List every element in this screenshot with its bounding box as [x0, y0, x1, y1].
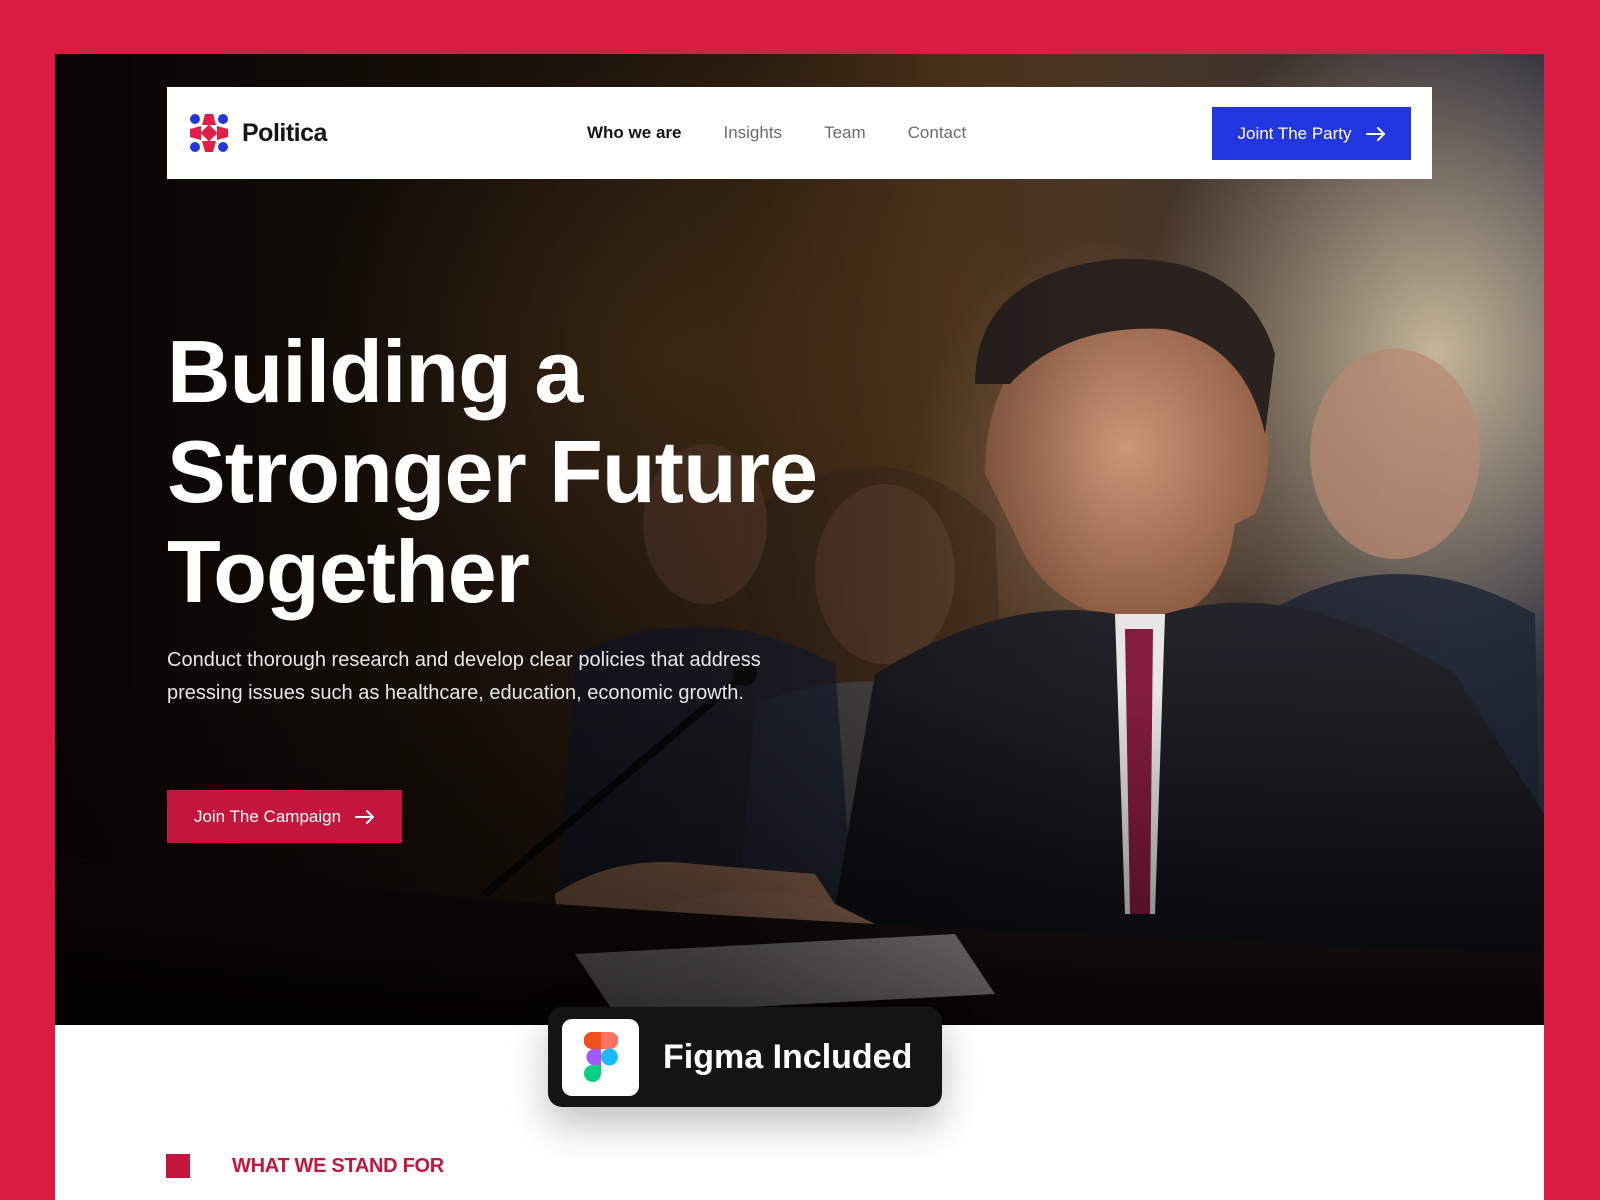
figma-included-badge: Figma Included: [548, 1007, 942, 1107]
hero-subtitle: Conduct thorough research and develop cl…: [167, 649, 761, 704]
figma-icon: [562, 1018, 639, 1096]
hero-title-line: Stronger Future: [167, 422, 818, 521]
join-party-button[interactable]: Joint The Party: [1212, 107, 1411, 160]
navbar: Politica Who we are Insights Team Contac…: [167, 87, 1432, 179]
politica-logo-icon: [190, 114, 228, 152]
arrow-right-icon: [1365, 126, 1385, 141]
arrow-right-icon: [355, 809, 375, 824]
hero-title-line: Building a: [167, 322, 583, 421]
nav-link-insights[interactable]: Insights: [723, 123, 782, 143]
brand-name: Politica: [242, 118, 327, 147]
join-party-label: Joint The Party: [1237, 123, 1352, 143]
nav-link-who-we-are[interactable]: Who we are: [587, 123, 681, 143]
nav-links: Who we are Insights Team Contact: [587, 87, 966, 179]
section-label: WHAT WE STAND FOR: [166, 1154, 444, 1178]
section-label-text: WHAT WE STAND FOR: [232, 1154, 444, 1177]
section-marker: [166, 1154, 190, 1178]
logo[interactable]: Politica: [188, 112, 327, 154]
join-campaign-button[interactable]: Join The Campaign: [167, 790, 402, 843]
hero-title: Building a Stronger Future Together: [167, 322, 927, 622]
join-campaign-label: Join The Campaign: [193, 806, 342, 826]
hero-title-line: Together: [167, 522, 530, 621]
hero-section: Politica Who we are Insights Team Contac…: [55, 54, 1544, 1025]
nav-link-team[interactable]: Team: [824, 123, 866, 143]
figma-included-label: Figma Included: [663, 1037, 913, 1076]
nav-link-contact[interactable]: Contact: [908, 123, 967, 143]
